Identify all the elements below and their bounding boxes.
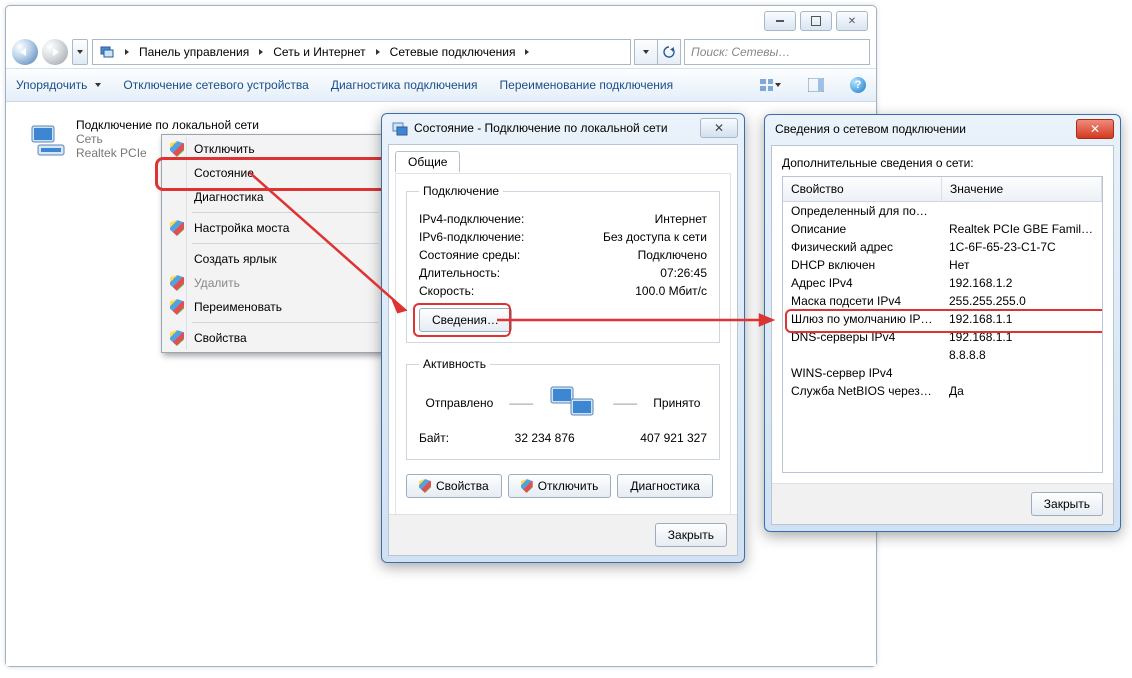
search-input[interactable]: Поиск: Сетевы…: [684, 39, 870, 65]
dialog-close-button[interactable]: ✕: [1076, 119, 1114, 139]
window-controls: ✕: [6, 6, 876, 36]
context-item: Удалить: [164, 271, 380, 295]
help-icon[interactable]: ?: [850, 77, 866, 93]
sent-label: Отправлено: [426, 396, 494, 410]
status-value: Интернет: [655, 212, 707, 226]
bytes-label: Байт:: [419, 431, 449, 445]
dialog-close-button[interactable]: ✕: [700, 118, 738, 138]
breadcrumb[interactable]: Сеть и Интернет: [269, 45, 369, 59]
network-icon: [99, 44, 115, 60]
table-row[interactable]: WINS-сервер IPv4: [783, 364, 1102, 382]
details-button[interactable]: Сведения…: [419, 308, 512, 332]
status-dialog: Состояние - Подключение по локальной сет…: [381, 113, 745, 563]
breadcrumb[interactable]: Сетевые подключения: [386, 45, 520, 59]
preview-pane-button[interactable]: [804, 73, 828, 97]
connection-fieldset: Подключение IPv4-подключение: Интернет IPv…: [406, 184, 720, 343]
dialog-titlebar: Сведения о сетевом подключении ✕: [765, 115, 1120, 143]
activity-legend: Активность: [419, 357, 490, 371]
close-button[interactable]: Закрыть: [655, 523, 727, 547]
back-button[interactable]: [12, 39, 38, 65]
disable-device[interactable]: Отключение сетевого устройства: [123, 78, 308, 92]
maximize-button[interactable]: [800, 11, 832, 31]
status-value: Подключено: [638, 248, 707, 262]
status-key: IPv6-подключение:: [419, 230, 524, 244]
details-dialog: Сведения о сетевом подключении ✕ Дополни…: [764, 114, 1121, 532]
context-item[interactable]: Переименовать: [164, 295, 380, 319]
status-value: 07:26:45: [660, 266, 707, 280]
history-dropdown[interactable]: [72, 39, 88, 65]
close-button[interactable]: ✕: [836, 11, 868, 31]
search-placeholder: Поиск: Сетевы…: [691, 45, 790, 59]
table-row[interactable]: Определенный для по…: [783, 202, 1102, 220]
table-row[interactable]: 8.8.8.8: [783, 346, 1102, 364]
view-icons-button[interactable]: [758, 73, 782, 97]
table-row[interactable]: Шлюз по умолчанию IP…192.168.1.1: [783, 310, 1102, 328]
conn-name: Подключение по локальной сети: [76, 118, 259, 132]
address-controls: [635, 39, 681, 65]
forward-button: [42, 39, 68, 65]
toolbar: Упорядочить Отключение сетевого устройст…: [6, 68, 876, 102]
disable-button[interactable]: Отключить: [508, 474, 612, 498]
recv-label: Принято: [653, 396, 700, 410]
status-key: Скорость:: [419, 284, 474, 298]
connection-legend: Подключение: [419, 184, 503, 198]
status-key: Длительность:: [419, 266, 500, 280]
computers-icon: [549, 385, 597, 421]
tab-general[interactable]: Общие: [395, 151, 460, 172]
recv-bytes: 407 921 327: [640, 431, 707, 445]
address-bar[interactable]: Панель управления Сеть и Интернет Сетевы…: [92, 39, 631, 65]
refresh-button[interactable]: [657, 39, 681, 65]
details-label: Дополнительные сведения о сети:: [782, 156, 1103, 170]
sent-bytes: 32 234 876: [449, 431, 640, 445]
table-row[interactable]: Физический адрес1C-6F-65-23-C1-7C: [783, 238, 1102, 256]
table-row[interactable]: DNS-серверы IPv4192.168.1.1: [783, 328, 1102, 346]
lan-icon: [28, 118, 68, 158]
context-item[interactable]: Создать ярлык: [164, 247, 380, 271]
close-button[interactable]: Закрыть: [1031, 492, 1103, 516]
col-value[interactable]: Значение: [942, 177, 1102, 201]
diagnose-connection[interactable]: Диагностика подключения: [331, 78, 478, 92]
table-row[interactable]: DHCP включенНет: [783, 256, 1102, 274]
context-item[interactable]: Диагностика: [164, 185, 380, 209]
context-item[interactable]: Состояние: [164, 161, 380, 185]
table-row[interactable]: Адрес IPv4192.168.1.2: [783, 274, 1102, 292]
breadcrumb[interactable]: Панель управления: [135, 45, 253, 59]
properties-button[interactable]: Свойства: [406, 474, 502, 498]
table-row[interactable]: Маска подсети IPv4255.255.255.0: [783, 292, 1102, 310]
status-value: 100.0 Мбит/с: [635, 284, 707, 298]
status-key: Состояние среды:: [419, 248, 520, 262]
dialog-titlebar: Состояние - Подключение по локальной сет…: [382, 114, 744, 142]
nav-bar: Панель управления Сеть и Интернет Сетевы…: [6, 36, 876, 68]
organize-menu[interactable]: Упорядочить: [16, 78, 101, 92]
addr-dropdown[interactable]: [634, 39, 658, 65]
context-menu: ОтключитьСостояниеДиагностика Настройка м…: [161, 134, 383, 353]
table-row[interactable]: Служба NetBIOS через…Да: [783, 382, 1102, 400]
context-item[interactable]: Отключить: [164, 137, 380, 161]
status-key: IPv4-подключение:: [419, 212, 524, 226]
table-row[interactable]: ОписаниеRealtek PCIe GBE Family Controll…: [783, 220, 1102, 238]
dialog-title: Сведения о сетевом подключении: [775, 122, 966, 136]
diagnose-button[interactable]: Диагностика: [617, 474, 713, 498]
details-grid: Свойство Значение Определенный для по…Оп…: [782, 176, 1103, 473]
context-item[interactable]: Настройка моста: [164, 216, 380, 240]
status-icon: [392, 120, 408, 136]
status-value: Без доступа к сети: [603, 230, 707, 244]
dialog-title: Состояние - Подключение по локальной сет…: [414, 121, 668, 135]
minimize-button[interactable]: [764, 11, 796, 31]
col-property[interactable]: Свойство: [783, 177, 942, 201]
activity-fieldset: Активность Отправлено —— —— Принято: [406, 357, 720, 460]
rename-connection[interactable]: Переименование подключения: [500, 78, 674, 92]
context-item[interactable]: Свойства: [164, 326, 380, 350]
